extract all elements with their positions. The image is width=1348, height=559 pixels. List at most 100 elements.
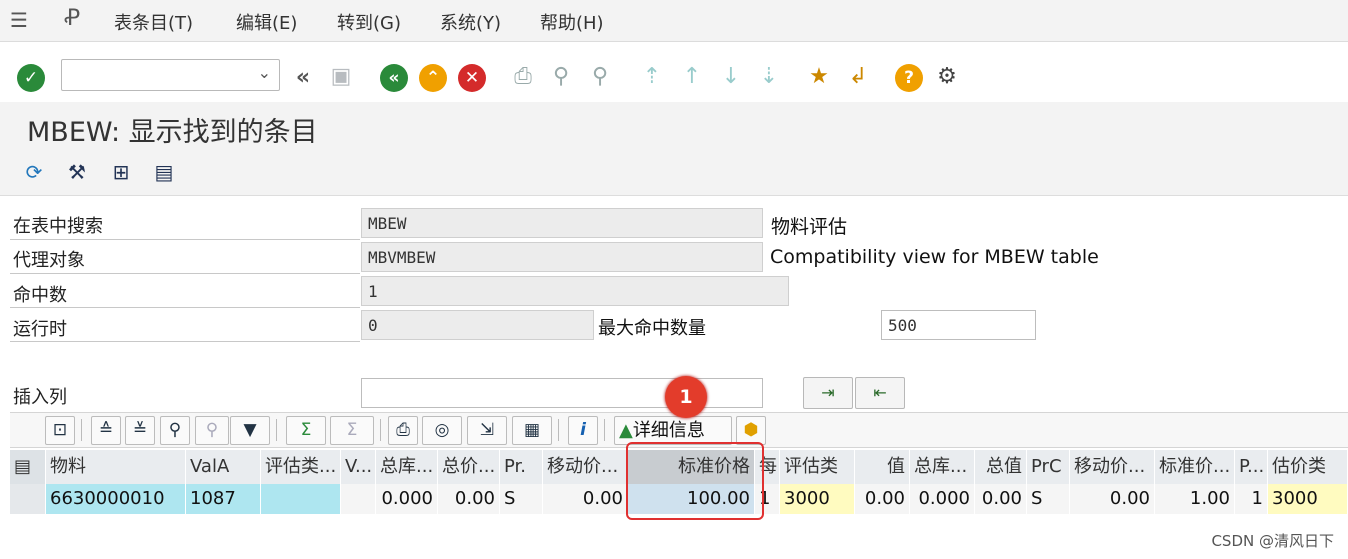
divider: [380, 419, 381, 441]
table-cell[interactable]: 0.00: [438, 484, 500, 514]
column-header[interactable]: Pr.: [500, 450, 543, 484]
last-page-icon: ⇣: [759, 64, 779, 89]
create-session-icon[interactable]: ★: [804, 62, 834, 92]
divider: [10, 273, 360, 274]
divider: [558, 419, 559, 441]
column-header[interactable]: 移动价...: [1070, 450, 1155, 484]
table-cell[interactable]: 1.00: [1155, 484, 1235, 514]
column-header[interactable]: 总库...: [910, 450, 975, 484]
table-cell[interactable]: S: [1027, 484, 1070, 514]
print-icon[interactable]: ⎙: [388, 416, 418, 445]
row-selector[interactable]: [10, 484, 46, 514]
mountain-icon: ▲: [619, 420, 633, 441]
column-header[interactable]: 总值: [975, 450, 1027, 484]
menu-item-help[interactable]: 帮助(H): [540, 9, 604, 35]
subtotal-icon: Σ: [330, 416, 374, 445]
shortcut-icon[interactable]: ↲: [843, 62, 873, 92]
settings-icon[interactable]: ⚙: [932, 62, 962, 92]
column-header[interactable]: 物料: [46, 450, 186, 484]
insert-column-button[interactable]: ⇥: [803, 377, 853, 409]
details-button[interactable]: ▲详细信息: [614, 416, 732, 445]
sql-icon[interactable]: ▤: [150, 158, 178, 186]
sum-icon[interactable]: Σ: [286, 416, 326, 445]
menu-item-goto[interactable]: 转到(G): [337, 9, 401, 35]
details-label: 详细信息: [632, 420, 705, 441]
divider: [276, 419, 277, 441]
sort-ascending-icon[interactable]: ≙: [91, 416, 121, 445]
info-icon[interactable]: i: [568, 416, 598, 445]
refresh-icon[interactable]: ⟳: [20, 158, 48, 186]
table-cell[interactable]: 3000: [780, 484, 855, 514]
views-icon[interactable]: ◎: [422, 416, 462, 445]
hits-label: 命中数: [13, 285, 67, 306]
column-header[interactable]: 总价...: [438, 450, 500, 484]
exit-icon[interactable]: ⌃: [419, 64, 447, 92]
proxy-label: 代理对象: [13, 250, 85, 271]
table-cell[interactable]: [261, 484, 341, 514]
menu-toggle-icon[interactable]: ☰: [10, 8, 28, 32]
table-cell[interactable]: [341, 484, 376, 514]
table-cell[interactable]: 1: [1235, 484, 1268, 514]
column-header[interactable]: 估价类: [1268, 450, 1348, 484]
help-icon[interactable]: ?: [895, 64, 923, 92]
find-icon: ⚲: [552, 64, 570, 89]
proxy-field: MBVMBEW: [361, 242, 763, 272]
select-all-icon[interactable]: ▤: [10, 450, 46, 484]
menu-item-system[interactable]: 系统(Y): [440, 9, 501, 35]
table-label: 在表中搜索: [13, 216, 103, 237]
menu-bar: ☰ Ꝓ 表条目(T) 编辑(E) 转到(G) 系统(Y) 帮助(H): [0, 0, 1348, 42]
divider: [10, 239, 360, 240]
divider: [10, 307, 360, 308]
enter-icon[interactable]: ✓: [17, 64, 45, 92]
remove-column-button[interactable]: ⇤: [855, 377, 905, 409]
table-cell[interactable]: S: [500, 484, 543, 514]
sort-descending-icon[interactable]: ≚: [125, 416, 155, 445]
column-header[interactable]: 移动价...: [543, 450, 628, 484]
menu-item-table-entry[interactable]: 表条目(T): [114, 9, 193, 35]
table-cell[interactable]: 1087: [186, 484, 261, 514]
layout-icon[interactable]: ▦: [512, 416, 552, 445]
cancel-icon[interactable]: ✕: [458, 64, 486, 92]
export-icon[interactable]: ⇲: [467, 416, 507, 445]
column-header[interactable]: PrC: [1027, 450, 1070, 484]
check-table-icon[interactable]: ⊞: [107, 158, 135, 186]
table-cell[interactable]: 0.00: [543, 484, 628, 514]
find-next-icon: ⚲: [195, 416, 229, 445]
divider: [10, 341, 360, 342]
command-field[interactable]: ⌄: [61, 59, 280, 91]
back-icon[interactable]: «: [288, 63, 318, 93]
table-cell[interactable]: 0.00: [855, 484, 910, 514]
column-header[interactable]: 评估类: [780, 450, 855, 484]
column-header[interactable]: 值: [855, 450, 910, 484]
table-cell[interactable]: 0.000: [910, 484, 975, 514]
max-hits-input[interactable]: 500: [881, 310, 1036, 340]
back-green-icon[interactable]: «: [380, 64, 408, 92]
table-cell[interactable]: 0.00: [1070, 484, 1155, 514]
next-page-icon: ↓: [721, 64, 741, 89]
application-toolbar: ⟳ ⚒ ⊞ ▤: [0, 150, 1348, 196]
settings-tool-icon[interactable]: ⚒: [63, 158, 91, 186]
table-cell[interactable]: 3000: [1268, 484, 1348, 514]
column-header[interactable]: 总库...: [376, 450, 438, 484]
column-header[interactable]: 标准价...: [1155, 450, 1235, 484]
table-cell[interactable]: 0.000: [376, 484, 438, 514]
find-icon[interactable]: ⚲: [160, 416, 190, 445]
table-cell-material[interactable]: 6630000010: [46, 484, 186, 514]
hexagon-icon[interactable]: ⬢: [736, 416, 766, 445]
filter-icon[interactable]: ▼: [230, 416, 270, 445]
table-cell[interactable]: 0.00: [975, 484, 1027, 514]
column-header[interactable]: 评估类...: [261, 450, 341, 484]
prev-page-icon: ↑: [682, 64, 702, 89]
detail-view-icon[interactable]: ⊡: [45, 416, 75, 445]
page-title: MBEW: 显示找到的条目: [27, 117, 318, 148]
chevron-down-icon[interactable]: ⌄: [258, 63, 271, 82]
column-header[interactable]: P...: [1235, 450, 1268, 484]
title-bar: MBEW: 显示找到的条目: [0, 102, 1348, 150]
insert-column-label: 插入列: [13, 387, 67, 408]
column-header[interactable]: V...: [341, 450, 376, 484]
runtime-label: 运行时: [13, 319, 67, 340]
column-header[interactable]: ValA: [186, 450, 261, 484]
layout-icon[interactable]: Ꝓ: [64, 6, 80, 31]
find-next-icon: ⚲: [591, 64, 609, 89]
menu-item-edit[interactable]: 编辑(E): [236, 9, 297, 35]
